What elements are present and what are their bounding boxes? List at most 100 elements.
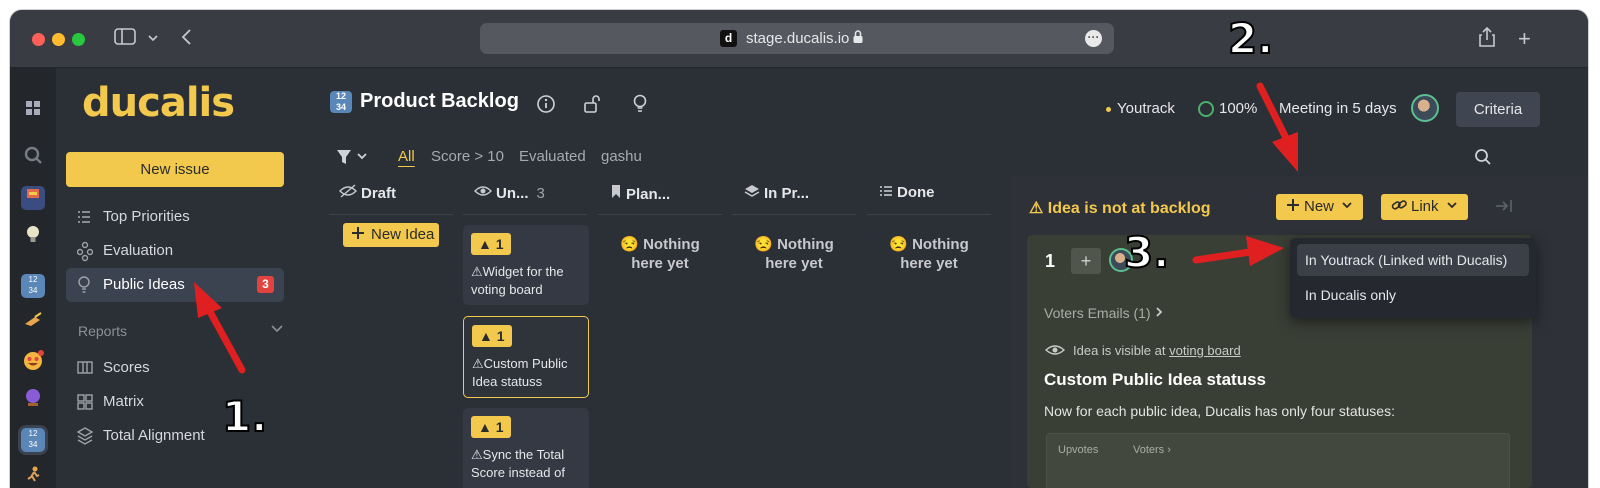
visibility-text: Idea is visible at [1073,343,1166,358]
chevron-down-icon [1447,202,1457,209]
column-title: In Pr... [764,185,810,202]
search-icon[interactable] [1474,148,1492,171]
warning-icon: ⚠ [471,264,483,279]
sidebar-item-label: Total Alignment [103,427,205,444]
panel-header-text: Idea is not at backlog [1047,200,1211,217]
idea-card[interactable]: ▲ 1 ⚠Sync the Total Score instead of [463,408,589,488]
warning-icon: ⚠ [471,447,483,462]
filter-tab-score[interactable]: Score > 10 [431,148,504,165]
backlog-1234-icon: 12 34 [330,90,352,113]
voters-label-text: Voters [1133,444,1165,456]
card-title: Sync the Total Score instead of [471,447,565,480]
column-planned-header[interactable]: Plan... [610,184,670,203]
sidebar-toggle-icon[interactable] [114,28,136,51]
menu-item-in-ducalis-only[interactable]: In Ducalis only [1297,279,1529,311]
add-vote-button[interactable]: + [1071,248,1101,274]
filter-tab-gashu[interactable]: gashu [601,148,642,165]
close-window-button[interactable] [32,33,45,46]
minimize-window-button[interactable] [52,33,65,46]
column-done-header[interactable]: Done [879,184,935,201]
filter-tab-all[interactable]: All [398,148,415,165]
share-icon[interactable] [1478,26,1496,53]
link-button[interactable]: Link [1381,194,1468,220]
panel-header: ⚠ Idea is not at backlog [1029,198,1211,218]
sidebar-item-evaluation[interactable]: Evaluation [66,234,284,268]
more-icon[interactable]: ··· [1085,30,1102,47]
new-issue-button[interactable]: New issue [66,152,284,187]
score-value: 1 [495,419,504,435]
column-draft-header[interactable]: Draft [339,184,396,202]
heart-eyes-emoji-icon[interactable] [21,350,45,374]
runner-icon[interactable] [21,466,45,488]
address-bar[interactable]: d stage.ducalis.io ··· [480,23,1114,54]
reports-section-label: Reports [78,323,128,339]
annotation-arrow-3 [1192,236,1284,266]
sidebar-item-scores[interactable]: Scores [66,351,284,385]
column-title: Un... [496,185,529,202]
idea-card-selected[interactable]: ▲ 1 ⚠Custom Public Idea statuss [463,316,589,398]
back-icon[interactable] [180,27,194,52]
column-under-review-header[interactable]: Un... 3 [474,184,545,202]
voting-board-link[interactable]: voting board [1169,343,1241,358]
board-icon[interactable] [21,186,45,210]
empty-state-text: Nothing here yet [900,236,969,272]
chevron-right-icon [1156,307,1163,317]
crystal-ball-icon[interactable] [21,388,45,412]
apps-grid-icon[interactable] [21,100,45,124]
lock-icon [852,29,864,48]
status-dot-icon [1106,106,1111,112]
filter-icon[interactable] [336,148,370,170]
score-tag: ▲ 1 [471,233,511,255]
sidebar-item-label: Top Priorities [103,208,190,225]
column-divider [329,214,453,215]
score-value: 1 [495,236,504,252]
backlog-1234-icon-active[interactable]: 12 34 [21,428,45,452]
sidebar-item-top-priorities[interactable]: Top Priorities [66,200,284,234]
voters-label[interactable]: Voters › [1133,444,1171,456]
ducalis-logo[interactable]: ducalis [82,80,235,126]
new-idea-button[interactable]: New Idea [343,223,439,247]
new-button[interactable]: New [1276,194,1364,220]
column-in-progress-header[interactable]: In Pr... [744,184,809,202]
column-count: 3 [536,185,545,202]
criteria-button[interactable]: Criteria [1456,92,1540,127]
integration-status[interactable]: Youtrack [1106,100,1175,117]
collapse-panel-icon[interactable] [1495,198,1513,219]
backlog-1234-icon[interactable]: 12 34 [21,274,45,298]
column-divider [463,214,587,215]
voters-emails-toggle[interactable]: Voters Emails (1) [1044,305,1164,321]
idea-description: Now for each public idea, Ducalis has on… [1044,403,1395,419]
page-title: 12 34 Product Backlog [330,90,519,113]
warning-icon: ⚠ [472,356,484,371]
annotation-arrow-1 [194,282,246,374]
idea-card[interactable]: ▲ 1 ⚠Widget for the voting board [463,225,589,305]
progress-status[interactable]: 100% [1198,100,1257,118]
sidebar-item-public-ideas[interactable]: Public Ideas 3 [66,268,284,302]
eye-icon [1044,345,1066,355]
filter-tab-evaluated[interactable]: Evaluated [519,148,586,165]
chevron-down-icon[interactable] [147,29,159,50]
empty-state: 😒 Nothing here yet [739,235,849,273]
column-divider [598,214,722,215]
sidebar-item-label: Matrix [103,393,144,410]
annotation-step-3: 3. [1123,227,1170,278]
menu-item-in-youtrack[interactable]: In Youtrack (Linked with Ducalis) [1297,244,1529,276]
search-icon[interactable] [21,146,45,170]
zoom-window-button[interactable] [72,33,85,46]
writing-hand-icon[interactable] [21,312,45,336]
new-tab-icon[interactable]: + [1518,26,1531,52]
chevron-down-icon[interactable] [270,321,284,338]
unlock-icon[interactable] [583,94,603,119]
avatar[interactable] [1411,94,1439,122]
browser-titlebar: d stage.ducalis.io ··· + [10,10,1588,68]
empty-state-text: Nothing here yet [765,236,834,272]
info-icon[interactable] [536,94,556,119]
empty-state: 😒 Nothing here yet [874,235,984,273]
lightbulb-icon[interactable] [21,224,45,248]
new-dropdown-menu: In Youtrack (Linked with Ducalis) In Duc… [1290,238,1536,318]
url-text: stage.ducalis.io [746,30,850,47]
sidebar-item-label: Evaluation [103,242,174,259]
column-title: Draft [361,185,397,202]
lightbulb-icon[interactable] [632,94,648,119]
list-icon [879,184,893,201]
